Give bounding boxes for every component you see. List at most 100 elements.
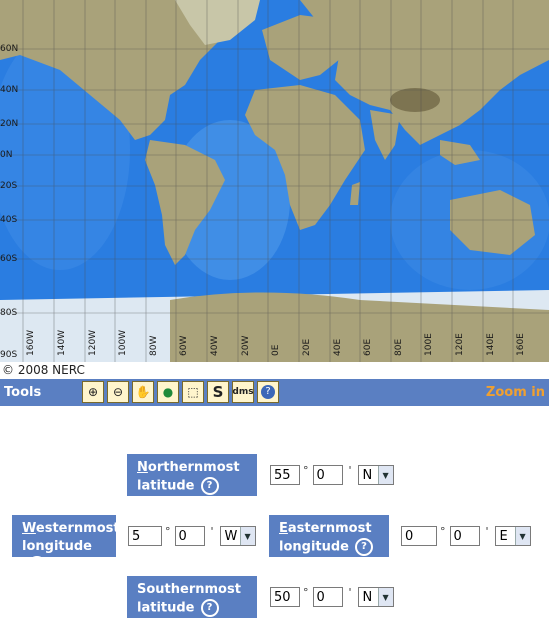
help-icon: ? [261,385,275,399]
easternmost-longitude-label: Easternmost longitude? [269,515,389,557]
north-degrees-input[interactable] [270,465,300,485]
lat-label: 90S [0,350,18,360]
degree-symbol: ° [440,525,446,538]
help-icon[interactable]: ? [200,599,219,617]
lon-label: 20W [241,335,251,356]
east-minutes-input[interactable] [449,526,480,546]
lon-label: 100E [424,333,434,356]
minute-symbol: ' [210,525,214,538]
minute-symbol: ' [348,464,352,477]
south-degrees-input[interactable] [270,587,300,607]
help-icon[interactable]: ? [200,477,219,495]
tools-title: Tools [4,385,42,400]
east-degrees-input[interactable] [401,526,437,546]
lat-label: 0N [0,150,13,160]
west-minutes-input[interactable] [174,526,205,546]
lon-label: 120E [455,333,465,356]
s-icon: S [212,383,224,401]
north-direction-select[interactable]: N ▼ [357,465,394,485]
west-fields: ° ' W▼ [128,526,256,546]
chevron-down-icon: ▼ [514,527,530,545]
label-text: latitude [137,478,195,494]
minute-symbol: ' [485,525,489,538]
east-fields: ° ' E▼ [401,526,531,546]
select-area-button[interactable]: ⬚ [182,381,204,403]
lat-label: 20N [0,119,19,129]
label-text: asternmost [287,521,372,536]
southernmost-latitude-label: Southernmost latitude? [127,576,257,618]
westernmost-longitude-label: Westernmost longitude? [12,515,120,574]
pan-button[interactable]: ✋ [132,381,154,403]
degree-symbol: ° [165,525,171,538]
minute-symbol: ' [348,586,352,599]
help-icon[interactable]: ? [28,556,46,574]
chevron-down-icon: ▼ [239,527,255,545]
select-value: N [362,589,373,605]
lon-label: 140E [486,333,496,356]
label-text: longitude [22,539,92,554]
degree-symbol: ° [303,586,309,599]
lon-label: 160W [26,329,36,356]
lon-label: 20E [302,338,312,356]
lon-label: 160E [516,333,526,356]
north-fields: ° ' N▼ [270,465,394,485]
lon-label: 140W [57,329,67,356]
label-text: latitude [137,600,195,616]
copyright-text: © 2008 NERC [2,363,85,377]
north-minutes-input[interactable] [312,465,343,485]
south-direction-select[interactable]: N ▼ [357,587,394,607]
zoom-in-button[interactable]: ⊕ [82,381,104,403]
globe-button[interactable]: ● [157,381,179,403]
lon-label: 40W [210,335,220,356]
select-value: W [224,528,238,544]
dms-icon: dms [232,387,254,397]
south-fields: ° ' N▼ [270,587,394,607]
zoom-in-icon: ⊕ [87,385,99,399]
lon-label: 60W [179,335,189,356]
label-accesskey: W [22,521,36,536]
globe-icon: ● [162,385,174,399]
label-text: longitude [279,539,349,555]
west-degrees-input[interactable] [128,526,162,546]
south-minutes-input[interactable] [312,587,343,607]
chevron-down-icon: ▼ [377,466,393,484]
degree-symbol: ° [303,464,309,477]
lat-label: 80S [0,308,18,318]
s-button[interactable]: S [207,381,229,403]
label-text: Southernmost [137,582,241,597]
label-accesskey: E [279,521,288,536]
tools-bar: Tools ⊕ ⊖ ✋ ● ⬚ S dms ? Zoom in [0,379,549,406]
label-accesskey: N [137,460,148,475]
world-map[interactable]: 60N 40N 20N 0N 20S 40S 60S 80S 90S 160W … [0,0,549,362]
chevron-down-icon: ▼ [377,588,393,606]
northernmost-latitude-label: Northernmost latitude? [127,454,257,496]
lon-label: 40E [333,338,343,356]
lon-label: 120W [88,329,98,356]
lat-label: 60N [0,44,19,54]
lat-label: 20S [0,181,18,191]
current-mode-label: Zoom in [485,385,545,400]
select-value: N [362,467,373,483]
help-icon[interactable]: ? [355,538,373,556]
lon-label: 100W [118,329,128,356]
lon-label: 80E [394,338,404,356]
lat-label: 40N [0,85,19,95]
lon-label: 60E [363,338,373,356]
dms-button[interactable]: dms [232,381,254,403]
lon-label: 80W [149,335,159,356]
help-button[interactable]: ? [257,381,279,403]
zoom-out-icon: ⊖ [112,385,124,399]
map-image[interactable] [0,0,549,362]
select-box-icon: ⬚ [187,385,199,399]
east-direction-select[interactable]: E ▼ [494,526,531,546]
west-direction-select[interactable]: W ▼ [219,526,256,546]
lat-label: 40S [0,215,18,225]
label-text: esternmost [35,521,120,536]
lat-label: 60S [0,254,18,264]
select-value: E [499,528,508,544]
tool-buttons: ⊕ ⊖ ✋ ● ⬚ S dms ? [82,381,282,403]
zoom-out-button[interactable]: ⊖ [107,381,129,403]
lon-label: 0E [271,344,281,356]
pan-hand-icon: ✋ [135,385,151,399]
label-text: orthernmost [147,460,240,475]
